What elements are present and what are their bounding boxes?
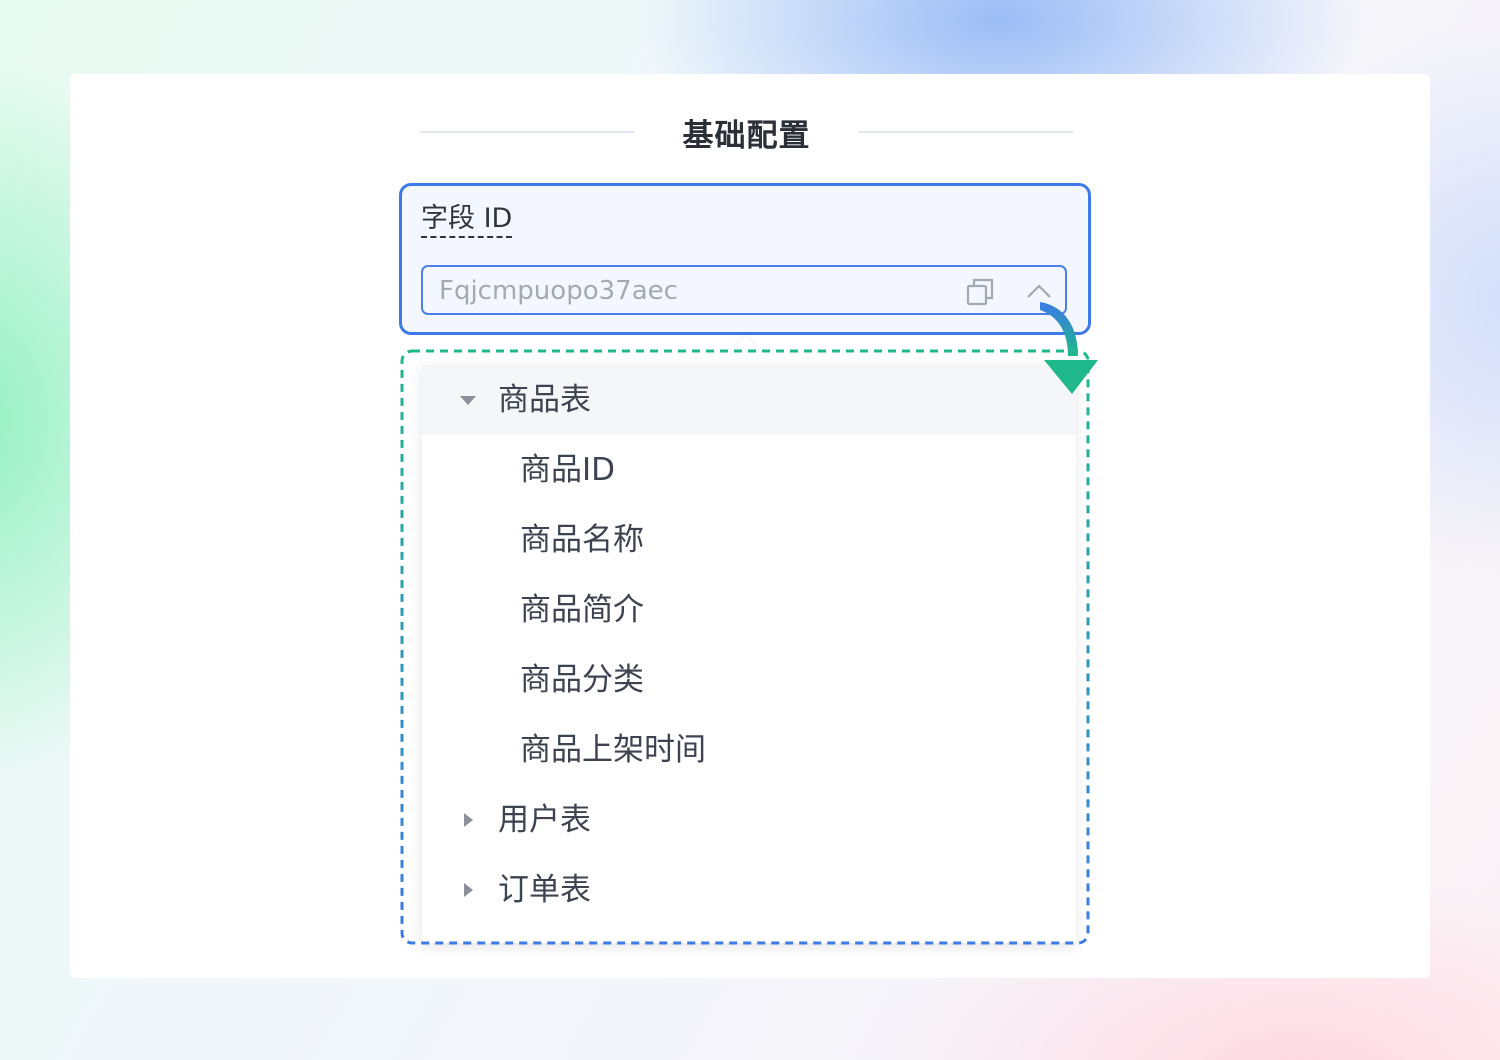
field-id-select[interactable]: Fqjcmpuopo37aec bbox=[421, 265, 1067, 315]
field-id-value: Fqjcmpuopo37aec bbox=[439, 276, 678, 306]
section-header: 基础配置 bbox=[420, 108, 1073, 156]
section-title: 基础配置 bbox=[682, 117, 811, 154]
field-id-label: 字段 ID bbox=[421, 202, 513, 238]
copy-icon[interactable] bbox=[965, 277, 995, 307]
highlight-dashed-frame bbox=[400, 349, 1090, 945]
divider-left bbox=[420, 131, 634, 133]
annotation-arrow-icon bbox=[1040, 302, 1098, 394]
divider-right bbox=[859, 131, 1073, 133]
field-id-form-item: 字段 ID Fqjcmpuopo37aec bbox=[399, 183, 1091, 335]
